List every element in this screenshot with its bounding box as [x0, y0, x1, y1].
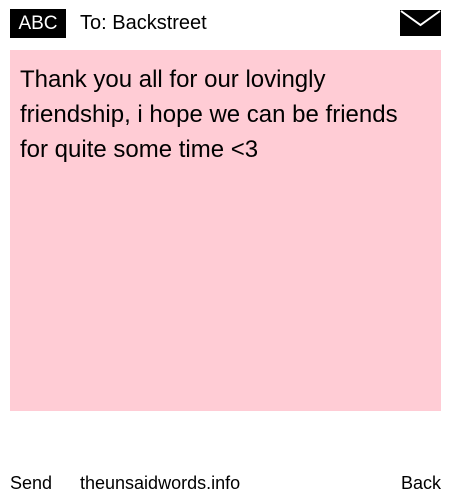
site-link[interactable]: theunsaidwords.info — [80, 468, 240, 498]
input-mode-badge[interactable]: ABC — [10, 9, 66, 38]
header-bar: ABC To: Backstreet — [0, 0, 450, 48]
recipient-label: To: Backstreet — [80, 12, 207, 34]
message-compose-area[interactable]: Thank you all for our lovingly friendshi… — [10, 50, 441, 411]
message-text: Thank you all for our lovingly friendshi… — [20, 66, 398, 163]
back-button[interactable]: Back — [401, 468, 441, 498]
envelope-icon — [400, 10, 441, 36]
softkey-bar: Send theunsaidwords.info Back — [0, 468, 450, 498]
send-button[interactable]: Send — [10, 468, 52, 498]
